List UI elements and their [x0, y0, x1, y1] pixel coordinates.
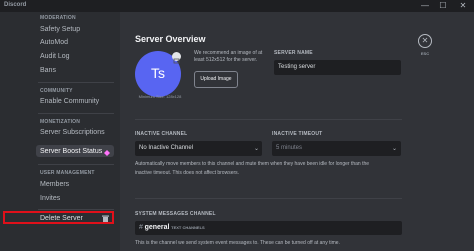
- inactive-help-line-2: inactive timeout. This does not affect b…: [135, 170, 240, 176]
- inactive-help-line-1: Automatically move members to this chann…: [135, 161, 370, 167]
- sidebar-item-server-subscriptions[interactable]: Server Subscriptions: [40, 129, 105, 136]
- sidebar-item-enable-community[interactable]: Enable Community: [40, 98, 99, 105]
- inactive-channel-label: INACTIVE CHANNEL: [135, 131, 188, 137]
- monetization-header: MONETIZATION: [40, 119, 81, 125]
- sidebar-item-invites[interactable]: Invites: [40, 195, 60, 202]
- section-divider: [135, 119, 402, 120]
- system-channel-category: TEXT CHANNELS: [171, 225, 205, 230]
- hash-icon: #: [139, 224, 143, 231]
- minimize-icon[interactable]: —: [418, 0, 432, 12]
- inactive-timeout-select[interactable]: 5 minutes: [272, 141, 401, 156]
- chevron-down-icon: ⌄: [254, 146, 260, 152]
- sidebar-item-automod[interactable]: AutoMod: [40, 39, 68, 46]
- inactive-channel-value: No Inactive Channel: [139, 145, 194, 151]
- upload-image-button[interactable]: Upload Image: [194, 71, 238, 88]
- section-divider: [135, 198, 402, 199]
- sidebar-item-audit-log[interactable]: Audit Log: [40, 53, 70, 60]
- community-header: COMMUNITY: [40, 88, 73, 94]
- server-name-input[interactable]: Testing server: [274, 60, 401, 75]
- sidebar-item-server-boost-status[interactable]: Server Boost Status: [40, 148, 102, 155]
- sidebar-item-safety-setup[interactable]: Safety Setup: [40, 26, 80, 33]
- system-channel-select[interactable]: # general TEXT CHANNELS: [135, 221, 402, 235]
- maximize-icon[interactable]: ☐: [436, 0, 450, 12]
- esc-label: ESC: [420, 51, 430, 56]
- system-channel-value: general: [144, 224, 170, 231]
- user-management-header: USER MANAGEMENT: [40, 170, 95, 176]
- min-size-text: Minimum Size: 128x128: [138, 94, 182, 99]
- close-icon[interactable]: ✕: [418, 34, 432, 48]
- server-name-label: SERVER NAME: [274, 50, 313, 56]
- system-messages-label: SYSTEM MESSAGES CHANNEL: [135, 211, 216, 217]
- title-bar: Discord — ☐ ✕: [0, 0, 474, 12]
- sidebar-divider: [38, 82, 114, 83]
- chevron-down-icon: ⌄: [392, 146, 398, 152]
- avatar-initials: Ts: [151, 65, 165, 81]
- sidebar-divider: [38, 164, 114, 165]
- close-window-icon[interactable]: ✕: [456, 0, 470, 12]
- boost-icon: [104, 150, 110, 156]
- moderation-header: MODERATION: [40, 15, 76, 21]
- inactive-timeout-value: 5 minutes: [276, 145, 303, 151]
- system-help-text: This is the channel we send system event…: [135, 240, 340, 246]
- sidebar-divider: [38, 209, 114, 210]
- inactive-timeout-label: INACTIVE TIMEOUT: [272, 131, 323, 137]
- page-title: Server Overview: [135, 34, 206, 44]
- sidebar-item-bans[interactable]: Bans: [40, 67, 56, 74]
- recommend-text: We recommend an image of at least 512x51…: [194, 50, 263, 63]
- add-image-icon[interactable]: [172, 52, 181, 64]
- app-title: Discord: [4, 2, 27, 8]
- delete-server-highlight: [3, 211, 114, 224]
- inactive-channel-select[interactable]: No Inactive Channel: [135, 141, 262, 156]
- sidebar-item-members[interactable]: Members: [40, 181, 69, 188]
- sidebar-divider: [38, 113, 114, 114]
